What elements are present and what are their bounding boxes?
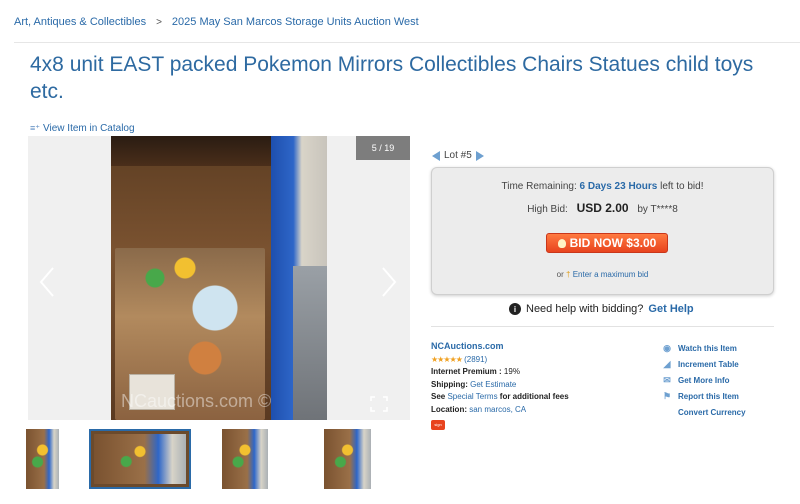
breadcrumb-category[interactable]: Art, Antiques & Collectibles xyxy=(14,16,146,28)
seller-name-link[interactable]: NCAuctions.com xyxy=(431,341,504,351)
photo-rafter xyxy=(111,136,271,166)
convert-currency-link[interactable]: Convert Currency xyxy=(662,405,746,421)
pin-icon: † xyxy=(566,270,571,279)
list-icon: ≡⁺ xyxy=(30,123,41,133)
report-item-link[interactable]: ⚑ Report this Item xyxy=(662,389,746,405)
report-item-label: Report this Item xyxy=(678,392,739,402)
lot-navigation: Lot #5 xyxy=(432,150,484,161)
image-gallery[interactable]: NCauctions.com © 5 / 19 xyxy=(28,136,410,420)
rating-stars-icon: ★★★★★ xyxy=(431,354,463,364)
info-icon: i xyxy=(509,303,521,315)
eye-icon: ◉ xyxy=(663,342,671,353)
more-info-label: Get More Info xyxy=(678,375,730,385)
lightbulb-icon xyxy=(557,238,566,248)
thumbnail[interactable] xyxy=(324,429,371,489)
special-terms-link[interactable]: Special Terms xyxy=(447,392,497,401)
convert-currency-label: Convert Currency xyxy=(678,408,746,418)
thumbnail-image xyxy=(26,429,59,489)
chart-icon: ◢ xyxy=(663,358,671,369)
flag-icon: ⚑ xyxy=(662,391,672,402)
rating-count[interactable]: (2891) xyxy=(464,355,487,364)
image-counter: 5 / 19 xyxy=(356,136,410,160)
next-image-arrow[interactable] xyxy=(378,264,400,300)
thumbnail-image xyxy=(222,429,268,489)
thumbnail-image xyxy=(324,429,371,489)
time-remaining-suffix: left to bid! xyxy=(660,181,704,192)
high-bid: High Bid: USD 2.00 by T****8 xyxy=(432,201,773,215)
item-actions: ◉ Watch this Item ◢ Increment Table ✉ Ge… xyxy=(662,340,746,421)
thumbnail[interactable] xyxy=(26,429,59,489)
bidding-help: i Need help with bidding? Get Help xyxy=(509,303,694,315)
bid-now-label: BID NOW $3.00 xyxy=(569,236,657,250)
seller-info: NCAuctions.com ★★★★★ (2891) Internet Pre… xyxy=(431,340,569,431)
more-info-link[interactable]: ✉ Get More Info xyxy=(662,372,746,388)
location-label: Location: xyxy=(431,404,467,414)
increment-table-link[interactable]: ◢ Increment Table xyxy=(662,356,746,372)
premium-label: Internet Premium : xyxy=(431,367,502,376)
premium-value: 19% xyxy=(503,367,520,376)
thumbnail[interactable] xyxy=(222,429,268,489)
high-bid-bidder: by T****8 xyxy=(637,204,678,215)
max-bid-link[interactable]: Enter a maximum bid xyxy=(573,270,649,279)
main-photo[interactable]: NCauctions.com © xyxy=(111,136,327,420)
time-remaining-label: Time Remaining: xyxy=(501,181,577,192)
breadcrumb-separator: > xyxy=(156,16,162,28)
increment-table-label: Increment Table xyxy=(678,359,739,369)
max-bid-prefix: or xyxy=(556,270,564,279)
photo-ground xyxy=(293,266,327,420)
divider xyxy=(431,326,774,327)
breadcrumb-auction[interactable]: 2025 May San Marcos Storage Units Auctio… xyxy=(172,16,419,28)
thumbnail-image xyxy=(94,434,186,484)
view-catalog-label: View Item in Catalog xyxy=(43,123,135,134)
see-label: See xyxy=(431,392,446,401)
view-catalog-link[interactable]: ≡⁺ View Item in Catalog xyxy=(30,123,135,134)
time-remaining: Time Remaining: 6 Days 23 Hours left to … xyxy=(432,181,773,192)
next-lot-arrow-icon[interactable] xyxy=(475,150,484,161)
watch-item-link[interactable]: ◉ Watch this Item xyxy=(662,340,746,356)
mail-icon: ✉ xyxy=(663,374,671,385)
bid-now-button[interactable]: BID NOW $3.00 xyxy=(546,233,668,253)
photo-watermark: NCauctions.com © xyxy=(121,391,272,411)
lot-label: Lot #5 xyxy=(444,150,472,161)
breadcrumb: Art, Antiques & Collectibles > 2025 May … xyxy=(14,16,419,28)
blank-icon xyxy=(662,408,672,417)
time-remaining-value: 6 Days 23 Hours xyxy=(579,181,658,192)
watch-item-label: Watch this Item xyxy=(678,343,737,353)
location-value[interactable]: san marcos, CA xyxy=(469,405,526,414)
chevron-left-icon xyxy=(39,267,54,297)
help-text: Need help with bidding? xyxy=(526,303,644,315)
page-title: 4x8 unit EAST packed Pokemon Mirrors Col… xyxy=(30,53,754,103)
get-help-link[interactable]: Get Help xyxy=(648,303,693,315)
prev-image-arrow[interactable] xyxy=(36,264,58,300)
divider xyxy=(14,42,800,43)
fullscreen-icon[interactable] xyxy=(370,396,388,412)
bid-panel: Time Remaining: 6 Days 23 Hours left to … xyxy=(431,167,774,295)
max-bid-row: or † Enter a maximum bid xyxy=(432,270,773,279)
high-bid-amount: USD 2.00 xyxy=(576,201,629,215)
shipping-label: Shipping: xyxy=(431,379,468,389)
shipping-estimate-link[interactable]: Get Estimate xyxy=(470,380,516,389)
thumbnail-selected[interactable] xyxy=(89,429,191,489)
fees-label: for additional fees xyxy=(499,392,569,401)
signage-badge: sign xyxy=(431,420,445,430)
prev-lot-arrow-icon[interactable] xyxy=(432,150,440,161)
chevron-right-icon xyxy=(382,267,397,297)
high-bid-label: High Bid: xyxy=(527,204,568,215)
